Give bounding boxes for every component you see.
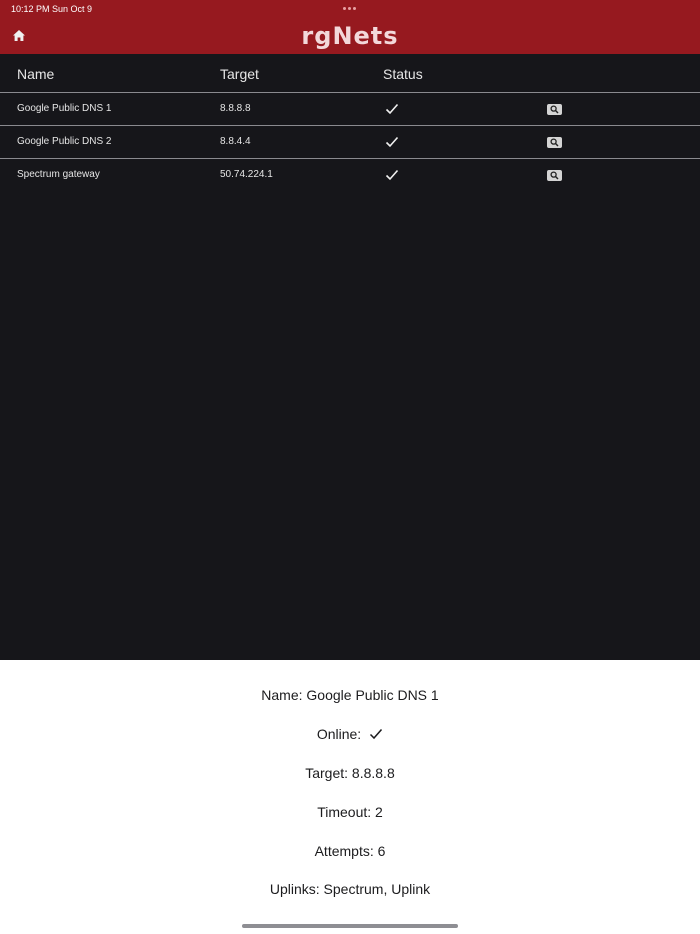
rgnets-logo: rgNets	[301, 22, 399, 50]
column-header-status: Status	[383, 66, 423, 82]
table-row[interactable]: Google Public DNS 1 8.8.8.8	[0, 93, 700, 126]
column-header-target: Target	[220, 66, 259, 82]
detail-online-label: Online:	[316, 726, 362, 742]
detail-online: Online:	[0, 726, 700, 742]
row-name: Google Public DNS 2	[17, 136, 112, 147]
checkmark-icon	[385, 103, 399, 115]
checkmark-icon	[385, 136, 399, 148]
magnifier-icon[interactable]	[547, 137, 562, 148]
detail-uplinks: Uplinks: Spectrum, Uplink	[269, 881, 431, 897]
multitasking-dots-icon[interactable]	[343, 7, 356, 10]
row-target: 50.74.224.1	[220, 169, 273, 180]
app-header: rgNets	[0, 18, 700, 54]
detail-timeout: Timeout: 2	[317, 804, 383, 820]
detail-target: Target: 8.8.8.8	[305, 765, 395, 781]
table-header: Name Target Status	[0, 55, 700, 93]
table-row[interactable]: Spectrum gateway 50.74.224.1	[0, 159, 700, 192]
magnifier-icon[interactable]	[547, 104, 562, 115]
detail-attempts: Attempts: 6	[314, 843, 386, 859]
column-header-name: Name	[17, 66, 55, 82]
status-time-date: 10:12 PM Sun Oct 9	[11, 4, 93, 14]
magnifier-icon[interactable]	[547, 170, 562, 181]
table-row[interactable]: Google Public DNS 2 8.8.4.4	[0, 126, 700, 159]
row-name: Spectrum gateway	[17, 169, 100, 180]
home-indicator[interactable]	[242, 924, 458, 928]
checkmark-icon	[370, 729, 383, 740]
home-icon[interactable]	[11, 28, 27, 44]
detail-name: Name: Google Public DNS 1	[261, 687, 439, 703]
checkmark-icon	[385, 169, 399, 181]
status-bar: 10:12 PM Sun Oct 9	[0, 0, 700, 18]
monitor-table: Name Target Status Google Public DNS 1 8…	[0, 55, 700, 192]
detail-panel: Name: Google Public DNS 1 Online: Target…	[0, 660, 700, 934]
row-target: 8.8.8.8	[220, 103, 251, 114]
row-target: 8.8.4.4	[220, 136, 251, 147]
row-name: Google Public DNS 1	[17, 103, 112, 114]
